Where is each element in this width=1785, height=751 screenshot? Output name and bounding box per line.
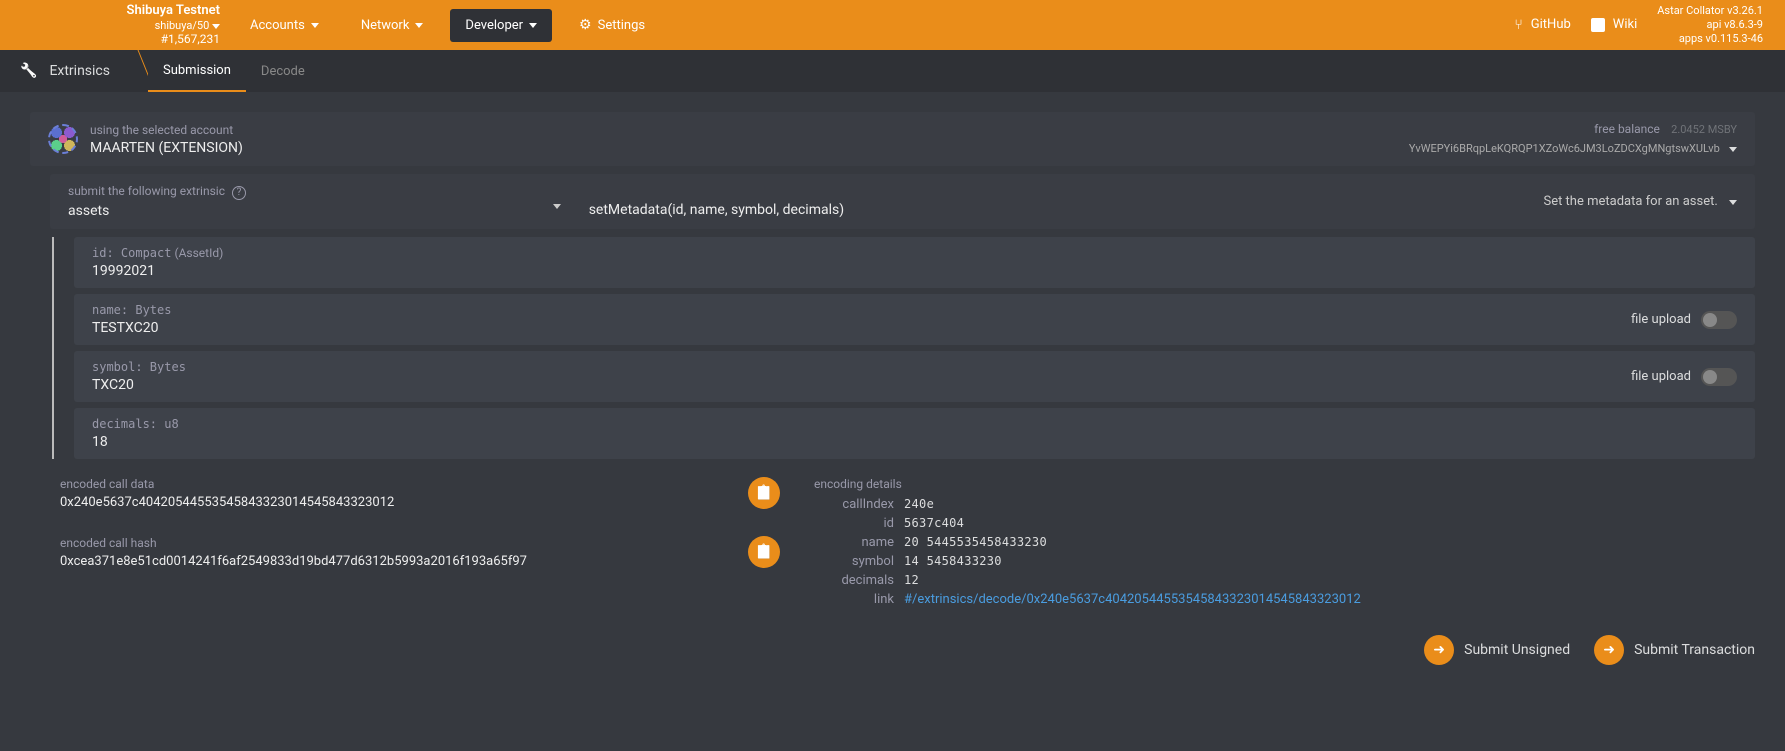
chevron-down-icon	[415, 23, 423, 28]
file-upload-label: file upload	[1631, 369, 1691, 384]
chevron-down-icon	[1729, 200, 1737, 205]
param-label: id: Compact (AssetId)	[92, 246, 1737, 260]
submit-transaction-button[interactable]: Submit Transaction	[1594, 635, 1755, 665]
chevron-down-icon	[1729, 147, 1737, 152]
params-list: id: Compact (AssetId) 19992021 name: Bytes…	[52, 237, 1755, 459]
pallet-value: assets	[68, 203, 569, 219]
chevron-down-icon	[553, 204, 561, 209]
encoding-details-title: encoding details	[814, 477, 1755, 491]
param-label: name: Bytes	[92, 303, 1737, 317]
file-upload-label: file upload	[1631, 312, 1691, 327]
method-select[interactable]: setMetadata(id, name, symbol, decimals)	[569, 185, 1544, 218]
help-icon[interactable]: ?	[232, 186, 246, 200]
param-value: TESTXC20	[92, 320, 1737, 336]
account-name: MAARTEN (EXTENSION)	[90, 140, 243, 156]
copy-icon	[755, 544, 772, 560]
param-value: 18	[92, 434, 1737, 450]
signin-icon	[1433, 642, 1445, 658]
method-value: setMetadata(id, name, symbol, decimals)	[589, 202, 1544, 218]
signin-icon	[1603, 642, 1615, 658]
nav-accounts[interactable]: Accounts	[235, 9, 334, 42]
account-label: using the selected account	[90, 123, 243, 137]
subnav: Extrinsics Submission Decode	[0, 50, 1785, 92]
nav-network[interactable]: Network	[346, 9, 439, 42]
chain-selector[interactable]: Shibuya Testnet shibuya/50 #1,567,231	[0, 3, 235, 46]
encoded-call-hash: 0xcea371e8e51cd0014241f6af2549833d19bd47…	[60, 554, 728, 569]
link-github[interactable]: GitHub	[1514, 17, 1570, 33]
param-value: 19992021	[92, 263, 1737, 279]
copy-call-data-button[interactable]	[748, 477, 780, 509]
tab-decode[interactable]: Decode	[246, 50, 320, 92]
enc-callindex: 240e	[904, 497, 1755, 512]
param-label: decimals: u8	[92, 417, 1737, 431]
param-0[interactable]: id: Compact (AssetId) 19992021	[74, 237, 1755, 288]
method-description: Set the metadata for an asset.	[1543, 194, 1717, 209]
encoded-call-data-label: encoded call data	[60, 477, 728, 491]
encoded-call-hash-label: encoded call hash	[60, 536, 728, 550]
encoding-details-table: callIndex 240e id 5637c404 name 20 54455…	[814, 497, 1755, 607]
param-1[interactable]: name: Bytes TESTXC20file upload	[74, 294, 1755, 345]
decode-link[interactable]: #/extrinsics/decode/0x240e5637c404205445…	[904, 592, 1361, 607]
chevron-down-icon	[529, 23, 537, 28]
chain-spec: shibuya/50	[0, 19, 220, 32]
extrinsic-selector: submit the following extrinsic ? assets …	[50, 174, 1755, 229]
identicon	[48, 124, 78, 154]
balance-value: 2.0452 MSBY	[1671, 123, 1737, 136]
encoded-call-data: 0x240e5637c40420544553545843323014545843…	[60, 495, 728, 510]
submit-unsigned-button[interactable]: Submit Unsigned	[1424, 635, 1570, 665]
copy-call-hash-button[interactable]	[748, 536, 780, 568]
tab-submission[interactable]: Submission	[148, 50, 246, 92]
github-icon	[1514, 17, 1522, 33]
chain-name: Shibuya Testnet	[0, 3, 220, 19]
param-label: symbol: Bytes	[92, 360, 1737, 374]
page-title: Extrinsics	[20, 63, 130, 79]
enc-decimals: 12	[904, 573, 1755, 588]
nav-developer[interactable]: Developer	[450, 9, 552, 42]
enc-symbol: 14 5458433230	[904, 554, 1755, 569]
enc-id: 5637c404	[904, 516, 1755, 531]
best-block: #1,567,231	[0, 32, 220, 46]
enc-name: 20 5445535458433230	[904, 535, 1755, 550]
account-address: YvWEPYi6BRqpLeKQRQP1XZoWc6JM3LoZDCXgMNgt…	[1409, 142, 1720, 155]
wiki-icon	[1591, 18, 1605, 32]
top-bar: Shibuya Testnet shibuya/50 #1,567,231 Ac…	[0, 0, 1785, 50]
file-upload-toggle[interactable]	[1701, 368, 1737, 386]
copy-icon	[755, 485, 772, 501]
file-upload-toggle[interactable]	[1701, 311, 1737, 329]
wrench-icon	[20, 63, 37, 79]
gear-icon	[579, 17, 592, 33]
nav-settings[interactable]: Settings	[564, 8, 660, 42]
param-value: TXC20	[92, 377, 1737, 393]
chevron-down-icon	[311, 23, 319, 28]
balance-label: free balance	[1594, 122, 1660, 136]
chevron-down-icon	[212, 24, 220, 29]
link-wiki[interactable]: Wiki	[1591, 17, 1637, 32]
account-selector[interactable]: using the selected account MAARTEN (EXTE…	[30, 112, 1755, 166]
param-2[interactable]: symbol: Bytes TXC20file upload	[74, 351, 1755, 402]
pallet-select[interactable]: submit the following extrinsic ? assets	[68, 184, 569, 219]
breadcrumb-separator	[130, 50, 148, 92]
version-info: Astar Collator v3.26.1 api v8.6.3-9 apps…	[1657, 4, 1775, 47]
param-3[interactable]: decimals: u8 18	[74, 408, 1755, 459]
